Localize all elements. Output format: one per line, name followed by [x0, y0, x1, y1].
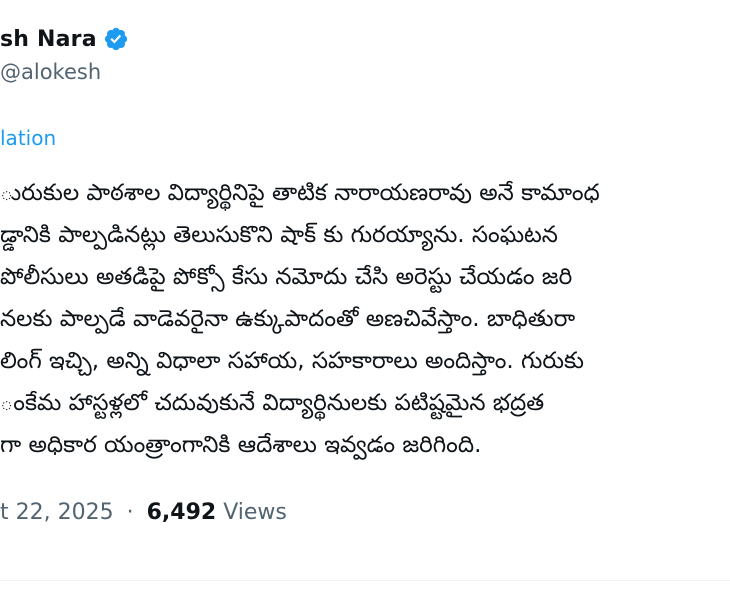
tweet-line: లింగ్ ఇచ్చి, అన్ని విధాలా సహాయ, సహకారాలు… [0, 348, 584, 374]
views-count: 6,492 [146, 500, 217, 525]
author-handle[interactable]: @alokesh [0, 60, 101, 84]
tweet-text: ురుకుల పాఠశాల విద్యార్థినిపై తాటిక నారాయ… [0, 172, 730, 466]
translate-post-link[interactable]: lation [0, 126, 56, 150]
tweet-line: పోలీసులు అతడిపై పోక్సో కేసు నమోదు చేసి అ… [0, 264, 573, 290]
meta-separator: · [126, 500, 134, 525]
verified-badge-icon [104, 27, 127, 51]
views-label: Views [223, 500, 287, 525]
tweet-meta: t 22, 2025 · 6,492 Views [0, 500, 287, 525]
author-handle-text: alokesh [21, 60, 102, 84]
tweet-line: డ్డానికి పాల్పడినట్లు తెలుసుకొని షాక్ కు… [0, 222, 558, 248]
tweet-line: నలకు పాల్పడే వాడెవరైనా ఉక్కుపాదంతో అణచివ… [0, 306, 576, 332]
tweet-line: గా అధికార యంత్రాంగానికి ఆదేశాలు ఇవ్వడం జ… [0, 432, 482, 458]
author-name[interactable]: sh Nara [0, 27, 97, 52]
tweet-line: ురుకుల పాఠశాల విద్యార్థినిపై తాటిక నారాయ… [0, 180, 600, 206]
author-row: sh Nara [0, 26, 129, 52]
post-date[interactable]: t 22, 2025 [0, 500, 114, 525]
tweet-line: ంకేమ హాస్టళ్లలో చదువుకునే విద్యార్థినులక… [0, 390, 545, 416]
divider [0, 580, 730, 581]
